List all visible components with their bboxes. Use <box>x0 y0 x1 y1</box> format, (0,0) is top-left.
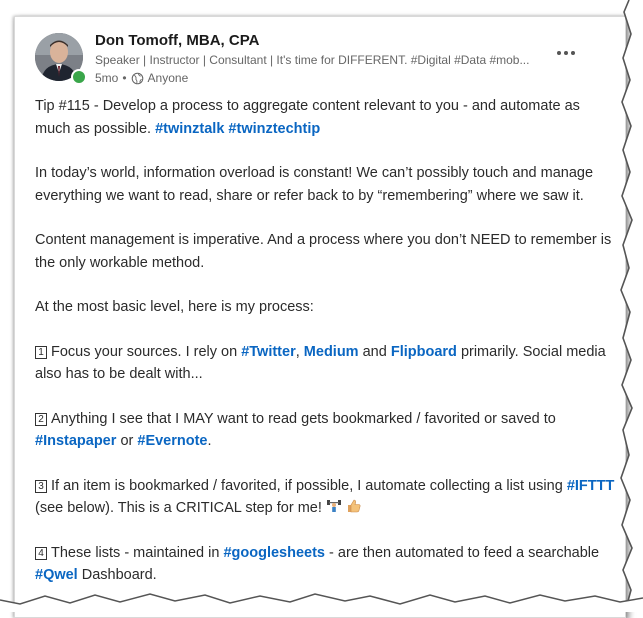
post-text: - are then automated to feed a searchabl… <box>329 544 600 561</box>
number-badge: 3 <box>35 479 47 493</box>
post-paragraph: In today’s world, information overload i… <box>35 165 594 204</box>
number-badge: 2 <box>35 412 47 426</box>
post-time: 5mo <box>95 71 119 85</box>
meta-separator: • <box>122 71 127 85</box>
globe-icon <box>131 72 143 84</box>
list-item: 2 Anything I see that I MAY want to read … <box>35 408 615 453</box>
post-text: These lists - maintained in <box>51 544 220 561</box>
number-badge: 1 <box>35 345 47 359</box>
post-meta: 5mo • Anyone <box>95 71 188 85</box>
online-status-indicator <box>71 69 87 85</box>
post-text: , <box>295 343 300 360</box>
author-headline: Speaker | Instructor | Consultant | It's… <box>95 53 530 67</box>
hashtag-link[interactable]: #twinztalk <box>155 121 224 137</box>
post-header: Don Tomoff, MBA, CPA Speaker | Instructo… <box>35 32 595 93</box>
list-item: 1 Focus your sources. I rely on #Twitter,… <box>35 341 615 386</box>
hashtag-link[interactable]: #Evernote <box>137 433 207 449</box>
more-options-icon-dot <box>564 51 568 55</box>
hashtag-link[interactable]: #twinztechtip <box>228 121 320 137</box>
author-name[interactable]: Don Tomoff, MBA, CPA <box>95 32 259 49</box>
post-text: or <box>120 433 134 449</box>
hashtag-link[interactable]: #IFTTT <box>567 478 615 494</box>
post-body: Tip #115 - Develop a process to aggregat… <box>35 95 615 609</box>
more-options-button[interactable] <box>551 45 581 61</box>
mention-link[interactable]: Medium <box>304 344 359 360</box>
list-item: 4 These lists - maintained in #googleshee… <box>35 542 615 587</box>
hashtag-link[interactable]: #Twitter <box>241 344 296 360</box>
hashtag-link[interactable]: #Qwel <box>35 567 78 583</box>
visibility-label: Anyone <box>147 71 189 85</box>
post-text: Focus your sources. I rely on <box>51 343 238 360</box>
post-paragraph: Tip #115 - Develop a process to aggregat… <box>35 95 615 140</box>
hashtag-link[interactable]: #Instapaper <box>35 433 116 449</box>
post-paragraph: At the most basic level, here is my proc… <box>35 299 314 315</box>
post-text: . <box>207 433 212 449</box>
thumbs-up-emoji <box>347 499 361 513</box>
post-text: If an item is bookmarked / favorited, if… <box>51 477 563 494</box>
post-paragraph: Content management is imperative. And a … <box>35 232 612 271</box>
post-card: Don Tomoff, MBA, CPA Speaker | Instructo… <box>14 16 626 618</box>
mention-link[interactable]: Flipboard <box>391 344 457 360</box>
more-options-icon-dot <box>571 51 575 55</box>
post-text: Dashboard. <box>81 567 157 583</box>
weightlifter-emoji <box>326 500 341 512</box>
more-options-icon <box>557 51 561 55</box>
hashtag-link[interactable]: #googlesheets <box>223 545 325 561</box>
post-text: and <box>362 343 387 360</box>
number-badge: 4 <box>35 546 47 560</box>
list-item: 3 If an item is bookmarked / favorited, i… <box>35 475 615 520</box>
post-text: (see below). This is a CRITICAL step for… <box>35 500 322 516</box>
post-text: Anything I see that I MAY want to read g… <box>51 410 556 427</box>
